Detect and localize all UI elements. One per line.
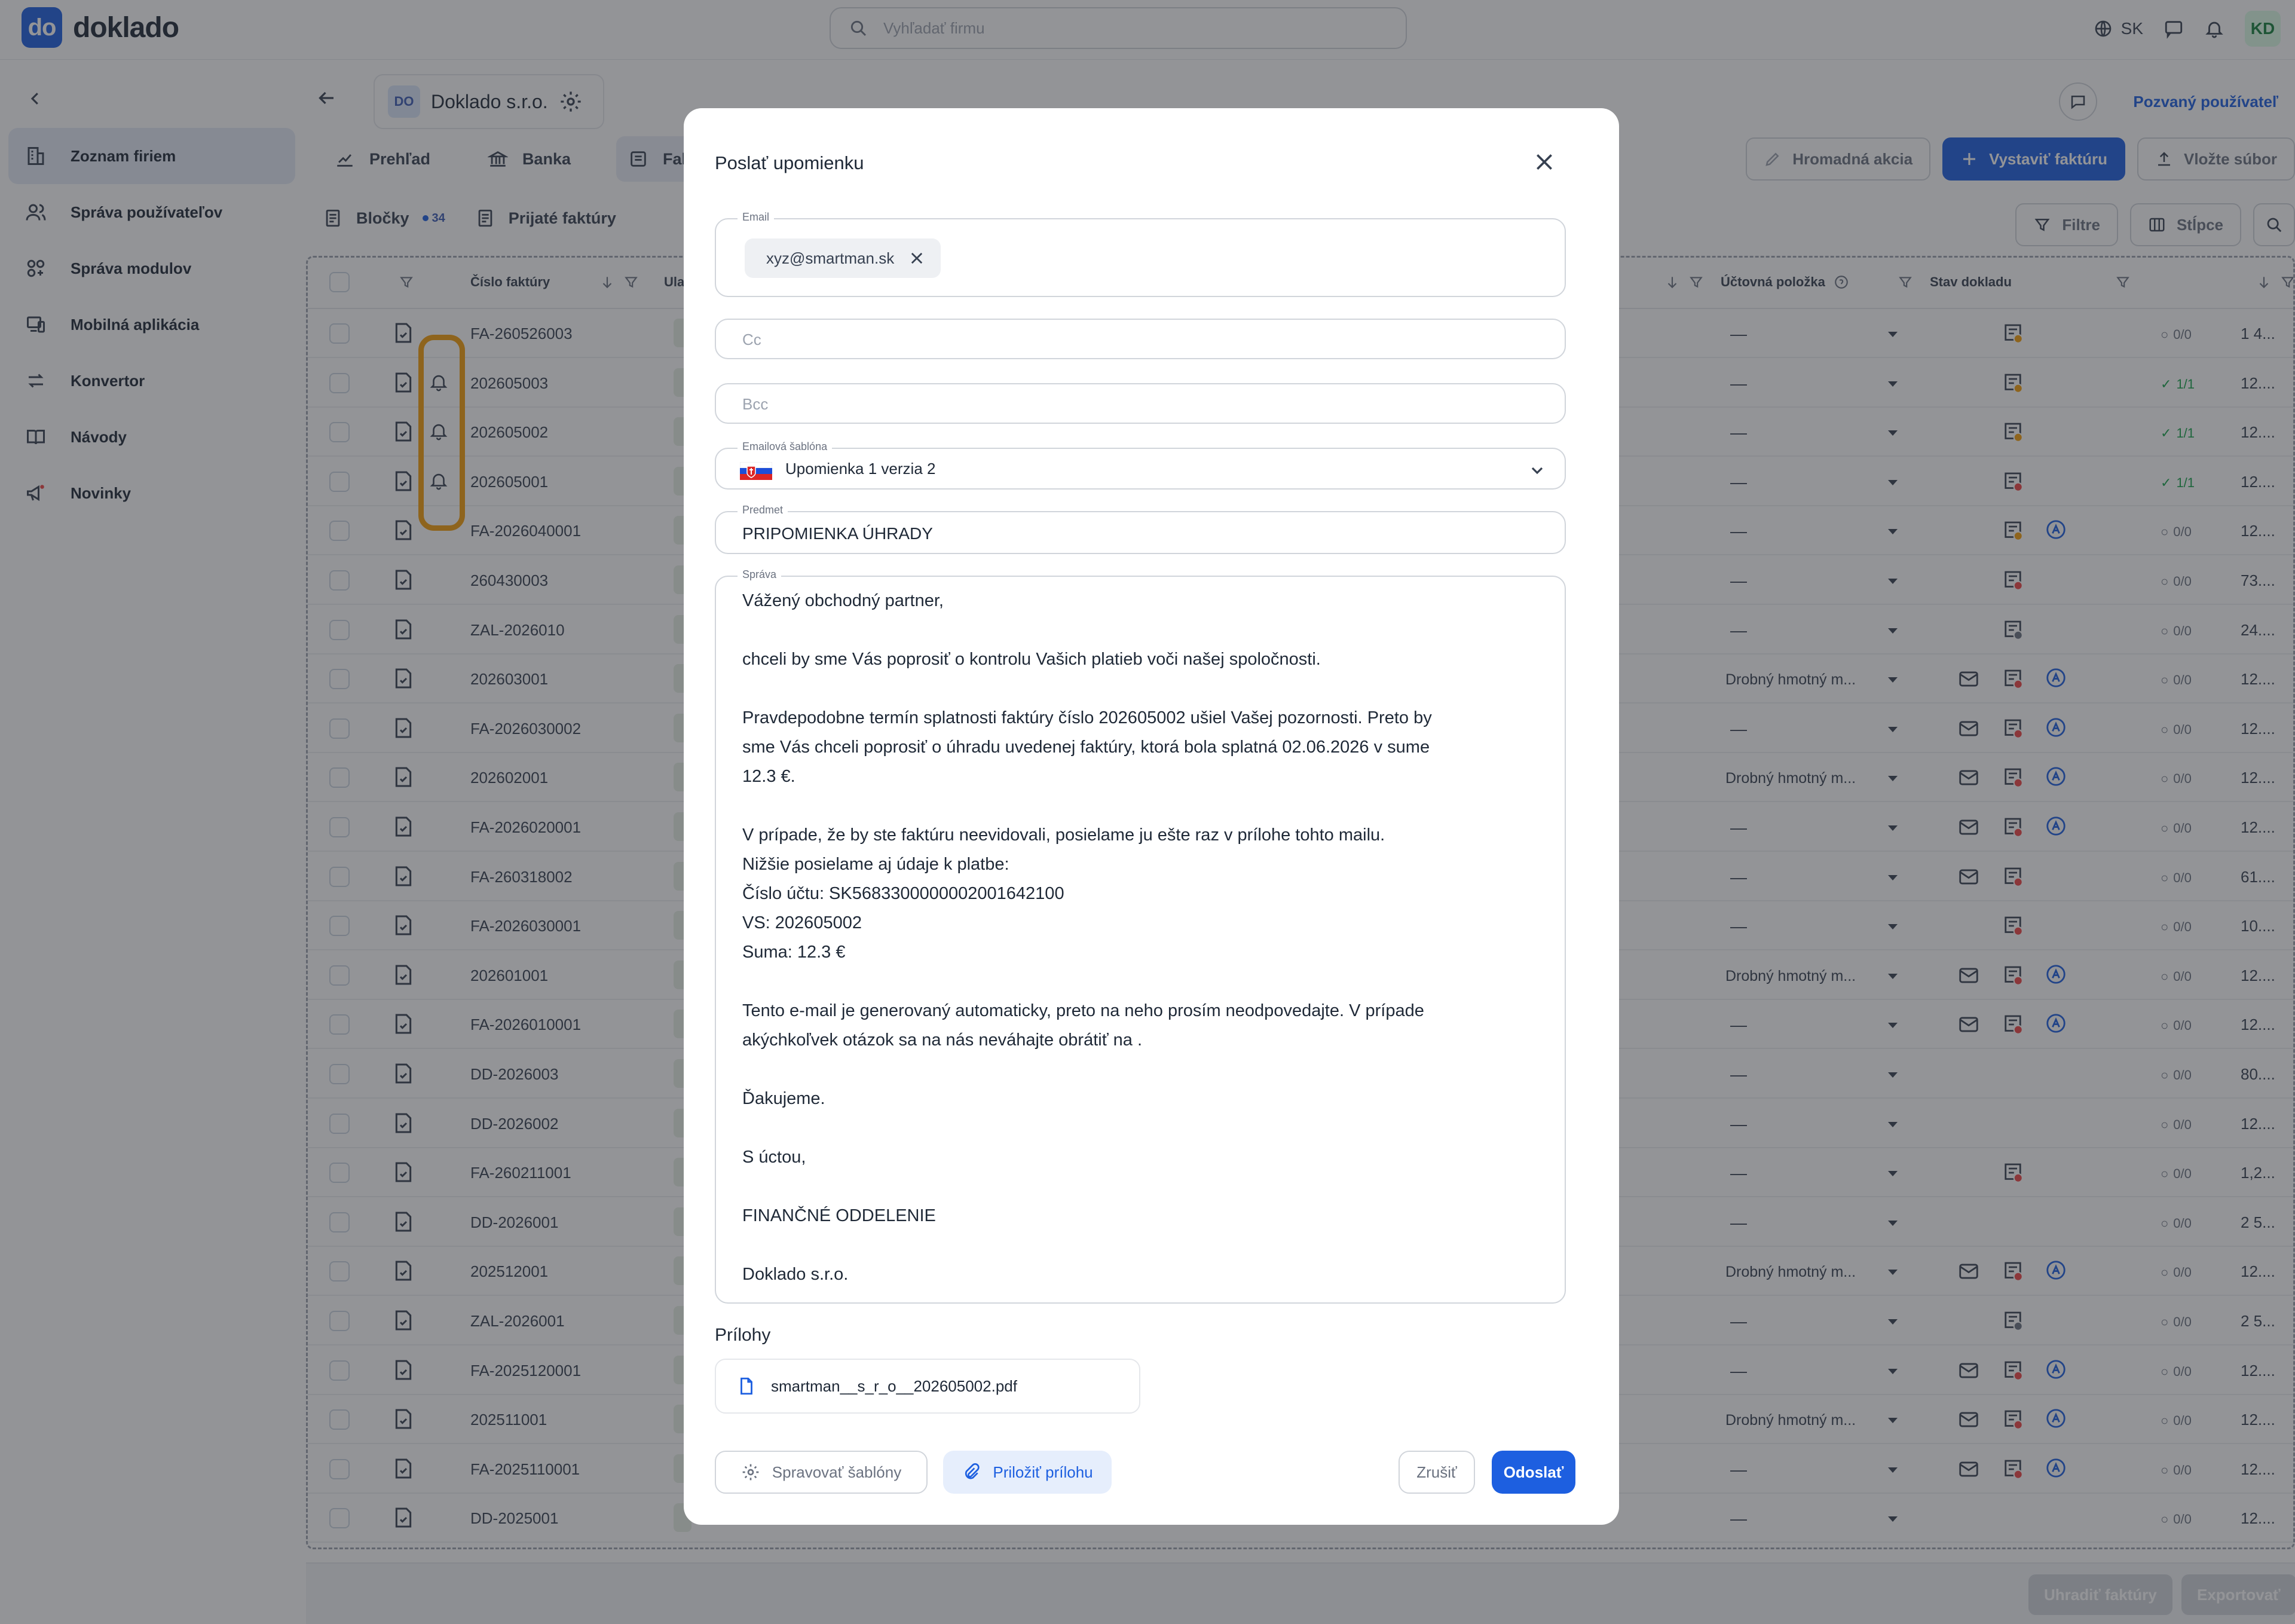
message-line: Ďakujeme. xyxy=(742,1089,825,1108)
message-line: Vážený obchodný partner, xyxy=(742,591,944,610)
bcc-field[interactable]: Bcc xyxy=(715,383,1566,424)
message-line xyxy=(742,674,1543,704)
attach-file-label: Priložiť prílohu xyxy=(993,1463,1093,1481)
email-field[interactable]: Email xyz@smartman.sk xyxy=(715,211,1566,297)
slovakia-flag-icon xyxy=(740,462,772,480)
message-line xyxy=(742,1055,1543,1084)
message-line: Tento e-mail je generovaný automaticky, … xyxy=(742,1001,1424,1020)
attachments-title: Prílohy xyxy=(715,1325,771,1345)
message-line: Pravdepodobne termín splatnosti faktúry … xyxy=(742,708,1432,727)
message-line: Suma: 12.3 € xyxy=(742,943,846,962)
dialog-title: Poslať upomienku xyxy=(715,152,864,173)
message-line: Nižšie posielame aj údaje k platbe: xyxy=(742,855,1009,874)
message-line xyxy=(742,1114,1543,1143)
manage-templates-button[interactable]: Spravovať šablóny xyxy=(715,1451,928,1494)
cc-placeholder: Cc xyxy=(742,331,761,348)
message-line: chceli by sme Vás poprosiť o kontrolu Va… xyxy=(742,650,1321,669)
bcc-placeholder: Bcc xyxy=(742,395,769,413)
template-select[interactable]: Emailová šablóna Upomienka 1 verzia 2 xyxy=(715,441,1566,490)
cc-field[interactable]: Cc xyxy=(715,319,1566,359)
field-label: Email xyxy=(738,211,775,224)
file-icon xyxy=(740,1377,752,1395)
message-line: FINANČNÉ ODDELENIE xyxy=(742,1206,936,1225)
gear-icon xyxy=(742,1464,759,1481)
field-label: Emailová šablóna xyxy=(738,441,833,453)
attachment-filename: smartman__s_r_o__202605002.pdf xyxy=(771,1377,1017,1395)
cancel-button[interactable]: Zrušiť xyxy=(1399,1451,1475,1494)
field-label: Správa xyxy=(738,568,782,581)
message-line xyxy=(742,1172,1543,1201)
subject-field[interactable]: Predmet PRIPOMIENKA ÚHRADY xyxy=(715,504,1566,554)
message-line: S úctou, xyxy=(742,1148,806,1167)
message-textarea[interactable]: Správa Vážený obchodný partner, chceli by… xyxy=(715,568,1566,1304)
message-body: Vážený obchodný partner, chceli by sme Vá… xyxy=(742,586,1543,1289)
message-line: Číslo účtu: SK5683300000002001642100 xyxy=(742,884,1064,903)
send-reminder-dialog: Poslať upomienku Email xyz@smartman.sk C… xyxy=(684,108,1619,1525)
remove-chip-icon[interactable] xyxy=(908,250,925,267)
chevron-down-icon xyxy=(1531,467,1543,475)
attach-file-button[interactable]: Priložiť prílohu xyxy=(943,1451,1112,1494)
message-line: V prípade, že by ste faktúru neevidovali… xyxy=(742,825,1385,845)
message-line: 12.3 €. xyxy=(742,767,795,786)
email-chip: xyz@smartman.sk xyxy=(745,238,941,278)
message-line: VS: 202605002 xyxy=(742,913,862,932)
email-chip-value: xyz@smartman.sk xyxy=(766,249,895,267)
paperclip-icon xyxy=(965,1463,980,1479)
message-line: Doklado s.r.o. xyxy=(742,1265,849,1284)
send-button[interactable]: Odoslať xyxy=(1492,1451,1575,1494)
message-line xyxy=(742,616,1543,645)
template-value: Upomienka 1 verzia 2 xyxy=(785,460,936,478)
message-line xyxy=(742,1231,1543,1260)
attachment-item[interactable]: smartman__s_r_o__202605002.pdf xyxy=(715,1359,1140,1414)
field-label: Predmet xyxy=(738,504,788,516)
close-icon[interactable] xyxy=(1532,150,1556,174)
message-line: sme Vás chceli poprosiť o úhradu uvedene… xyxy=(742,738,1430,757)
message-line xyxy=(742,791,1543,821)
message-line xyxy=(742,967,1543,996)
subject-value: PRIPOMIENKA ÚHRADY xyxy=(742,524,933,543)
message-line: akýchkoľvek otázok sa na nás neváhajte o… xyxy=(742,1030,1143,1050)
manage-templates-label: Spravovať šablóny xyxy=(772,1463,902,1481)
